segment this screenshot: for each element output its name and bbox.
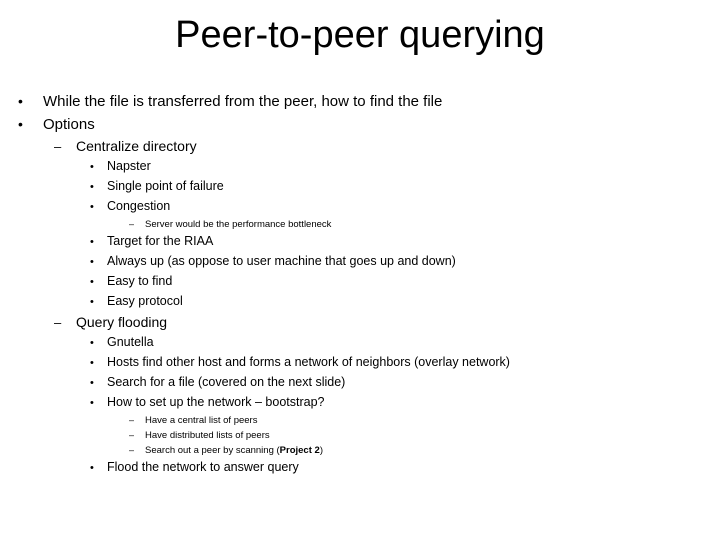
bullet-marker-icon: • <box>18 93 23 109</box>
bullet-marker-icon: • <box>90 337 94 349</box>
bullet-level-4: – Search out a peer by scanning (Project … <box>0 443 720 458</box>
bullet-marker-icon: – <box>54 315 62 330</box>
bullet-level-1: • While the file is transferred from the … <box>0 90 720 113</box>
bullet-level-3: • Always up (as oppose to user machine th… <box>0 252 720 272</box>
bullet-text: Have distributed lists of peers <box>145 430 270 441</box>
bullet-text-tail: ) <box>319 445 323 456</box>
bullet-level-3: • Congestion <box>0 197 720 217</box>
bullet-level-4: – Server would be the performance bottlen… <box>0 217 720 232</box>
bullet-level-3: • Gnutella <box>0 333 720 353</box>
bullet-marker-icon: • <box>90 201 94 213</box>
bullet-level-3: • Easy to find <box>0 272 720 292</box>
bullet-text: Query flooding <box>76 314 168 330</box>
bullet-level-3: • Easy protocol <box>0 292 720 312</box>
bullet-text: How to set up the network – bootstrap? <box>107 395 325 409</box>
bullet-text: While the file is transferred from the p… <box>43 93 443 110</box>
bullet-level-3: • Napster <box>0 157 720 177</box>
bullet-text: Centralize directory <box>76 138 197 154</box>
slide-title: Peer-to-peer querying <box>175 14 545 56</box>
bullet-level-4: – Have a central list of peers <box>0 413 720 428</box>
bullet-level-4: – Have distributed lists of peers <box>0 428 720 443</box>
bullet-level-2: – Centralize directory <box>0 136 720 157</box>
bullet-text: Hosts find other host and forms a networ… <box>107 355 510 369</box>
bullet-level-3: • Target for the RIAA <box>0 232 720 252</box>
bullet-level-3: • Search for a file (covered on the next … <box>0 373 720 393</box>
bullet-marker-icon: – <box>129 430 135 440</box>
bullet-level-1: • Options <box>0 113 720 136</box>
bullet-level-3: • Flood the network to answer query <box>0 458 720 478</box>
bullet-text: Search for a file (covered on the next s… <box>107 375 346 389</box>
bullet-marker-icon: • <box>90 357 94 369</box>
slide-canvas: Peer-to-peer querying • While the file is… <box>0 0 720 540</box>
bullet-text: Search out a peer by scanning (Project 2… <box>145 443 323 458</box>
bullet-marker-icon: • <box>90 276 94 288</box>
bullet-marker-icon: • <box>90 256 94 268</box>
bullet-level-3: • Hosts find other host and forms a netwo… <box>0 353 720 373</box>
bullet-marker-icon: – <box>129 445 135 455</box>
bullet-marker-icon: • <box>90 236 94 248</box>
bullet-text: Target for the RIAA <box>107 234 214 248</box>
bullet-marker-icon: • <box>90 377 94 389</box>
bullet-text: Single point of failure <box>107 179 224 193</box>
bullet-marker-icon: • <box>18 116 23 132</box>
bullet-text: Gnutella <box>107 335 154 349</box>
bullet-marker-icon: • <box>90 462 94 474</box>
bullet-text: Server would be the performance bottlene… <box>145 219 332 230</box>
bullet-level-2: – Query flooding <box>0 312 720 333</box>
bullet-marker-icon: – <box>54 139 62 154</box>
bullet-text: Always up (as oppose to user machine tha… <box>107 254 456 268</box>
bullet-marker-icon: • <box>90 397 94 409</box>
bullet-text: Flood the network to answer query <box>107 460 299 474</box>
bullet-text: Options <box>43 116 95 133</box>
bullet-text-emphasis: Project 2 <box>279 445 320 456</box>
bullet-text: Easy to find <box>107 274 173 288</box>
bullet-text: Easy protocol <box>107 294 183 308</box>
bullet-text-plain: Search out a peer by scanning ( <box>145 445 280 456</box>
bullet-marker-icon: • <box>90 181 94 193</box>
bullet-level-3: • How to set up the network – bootstrap? <box>0 393 720 413</box>
slide-body: • While the file is transferred from the … <box>0 90 720 478</box>
bullet-marker-icon: – <box>129 219 135 229</box>
bullet-text: Napster <box>107 159 151 173</box>
bullet-level-3: • Single point of failure <box>0 177 720 197</box>
bullet-marker-icon: • <box>90 296 94 308</box>
bullet-text: Congestion <box>107 199 171 213</box>
bullet-text: Have a central list of peers <box>145 415 258 426</box>
bullet-marker-icon: – <box>129 415 135 425</box>
bullet-marker-icon: • <box>90 161 94 173</box>
